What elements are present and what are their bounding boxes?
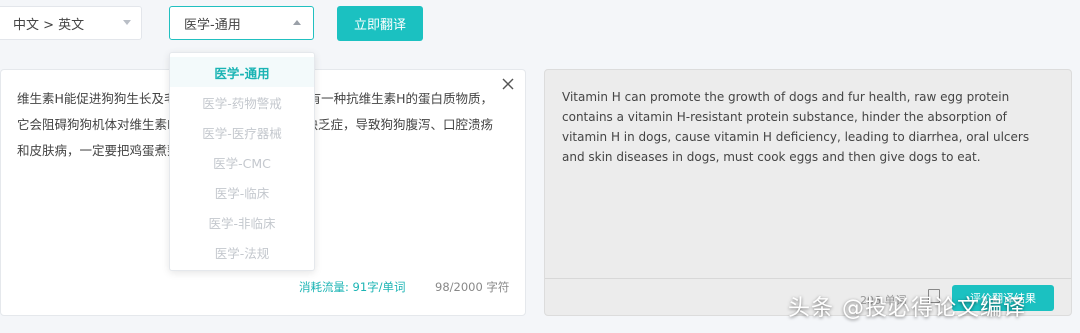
output-divider: [545, 278, 1071, 279]
domain-option[interactable]: 医学-法规: [170, 237, 314, 267]
translate-button[interactable]: 立即翻译: [337, 6, 423, 41]
source-text-line-3: 和皮肤病，一定要把鸡蛋煮熟: [17, 143, 180, 158]
domain-option[interactable]: 医学-CMC: [170, 147, 314, 177]
domain-option[interactable]: 医学-药物警戒: [170, 87, 314, 117]
domain-option[interactable]: 医学-医疗器械: [170, 117, 314, 147]
language-pair-select[interactable]: 中文 > 英文: [0, 6, 142, 40]
domain-dropdown: 医学-通用 医学-药物警戒 医学-医疗器械 医学-CMC 医学-临床 医学-非临床 医学-法…: [169, 52, 315, 271]
language-pair-value: 中文 > 英文: [13, 17, 85, 33]
translation-text: Vitamin H can promote the growth of dogs…: [562, 90, 1030, 164]
chevron-up-icon: [293, 20, 301, 25]
domain-option[interactable]: 医学-通用: [170, 57, 314, 87]
translation-output-panel: Vitamin H can promote the growth of dogs…: [544, 69, 1072, 316]
domain-select-value: 医学-通用: [184, 17, 241, 33]
char-count: 98/2000 字符: [435, 280, 510, 294]
domain-option[interactable]: 医学-临床: [170, 177, 314, 207]
domain-select[interactable]: 医学-通用: [169, 6, 314, 40]
source-text-line-1-right: 有一种抗维生素H的蛋白质物质，: [308, 91, 493, 106]
source-text-line-2: 它会阻碍狗狗机体对维生素H: [17, 117, 177, 132]
source-text-line-2-right: 缺乏症，导致狗狗腹泻、口腔溃疡: [305, 117, 493, 132]
watermark: 头条 @投必得论文编译: [788, 296, 1026, 321]
close-icon[interactable]: [501, 77, 515, 91]
usage-label: 消耗流量: 91字/单词: [299, 280, 406, 294]
domain-option-list: 医学-通用 医学-药物警戒 医学-医疗器械 医学-CMC 医学-临床 医学-非临床 医学-法…: [170, 53, 314, 267]
chevron-down-icon: [123, 20, 131, 25]
source-text-line-1: 维生素H能促进狗狗生长及毛: [17, 91, 177, 106]
domain-option[interactable]: 医学-非临床: [170, 207, 314, 237]
